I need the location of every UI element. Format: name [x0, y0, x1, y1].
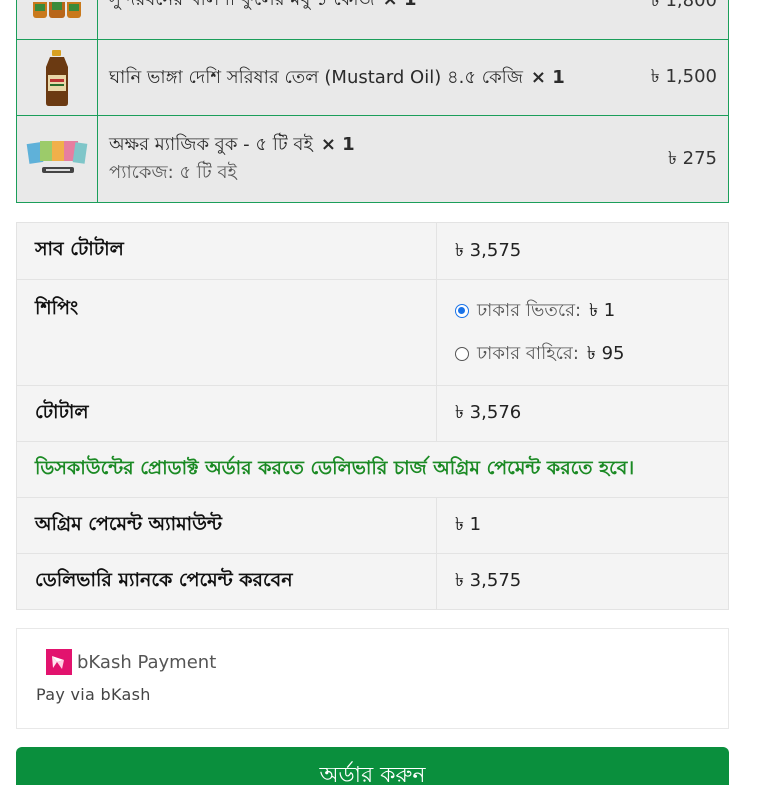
cart-item-price: ৳ 275 [667, 147, 717, 169]
total-row: টোটাল ৳ 3,576 [17, 385, 728, 441]
shipping-option-outside-dhaka[interactable]: ঢাকার বাহিরে: ৳ 95 [455, 339, 624, 370]
cart-item-qty: × 1 [383, 0, 417, 10]
payment-method-title[interactable]: bKash Payment [46, 649, 216, 675]
payment-method-name: bKash Payment [77, 651, 217, 673]
cart-item-body: ঘানি ভাঙ্গা দেশি সরিষার তেল (Mustard Oil… [98, 40, 728, 115]
shipping-option-cost: ৳ 95 [586, 342, 625, 364]
advance-payment-notice: ডিসকাউন্টের প্রোডাক্ট অর্ডার করতে ডেলিভা… [17, 441, 728, 497]
cart-item: ঘানি ভাঙ্গা দেশি সরিষার তেল (Mustard Oil… [17, 39, 728, 115]
books-icon [26, 141, 88, 173]
shipping-option-label: ঢাকার ভিতরে: [477, 299, 582, 321]
cart-item-name: ঘানি ভাঙ্গা দেশি সরিষার তেল (Mustard Oil… [109, 66, 523, 88]
cart-item-title[interactable]: ঘানি ভাঙ্গা দেশি সরিষার তেল (Mustard Oil… [109, 64, 651, 92]
cart-item-title[interactable]: অক্ষর ম্যাজিক বুক - ৫ টি বই × 1 প্যাকেজ: … [109, 131, 668, 187]
payment-method-description: Pay via bKash [36, 685, 151, 704]
cart-item-name: অক্ষর ম্যাজিক বুক - ৫ টি বই [109, 134, 313, 155]
advance-payment-label: অগ্রিম পেমেন্ট অ্যামাউন্ট [17, 498, 437, 553]
cart-item: সুন্দরবনের খলিশা ফুলের মধু ১ কেজি × 1 ৳ 1… [17, 0, 728, 39]
product-thumbnail[interactable] [17, 116, 98, 202]
advance-payment-row: অগ্রিম পেমেন্ট অ্যামাউন্ট ৳ 1 [17, 497, 728, 553]
subtotal-value: ৳ 3,575 [455, 239, 522, 261]
cart-item-name: সুন্দরবনের খলিশা ফুলের মধু ১ কেজি [109, 0, 375, 10]
shipping-option-cost: ৳ 1 [589, 299, 616, 321]
shipping-row: শিপিং ঢাকার ভিতরে: ৳ 1 ঢাকার বাহিরে: ৳ 9… [17, 279, 728, 385]
shipping-label: শিপিং [17, 280, 437, 385]
cart-item-body: অক্ষর ম্যাজিক বুক - ৫ টি বই × 1 প্যাকেজ: … [98, 116, 728, 202]
total-value: ৳ 3,576 [455, 402, 522, 423]
subtotal-row: সাব টোটাল ৳ 3,575 [17, 223, 728, 279]
cart-item-package: প্যাকেজ: ৫ টি বই [109, 162, 237, 183]
cart-items: সুন্দরবনের খলিশা ফুলের মধু ১ কেজি × 1 ৳ 1… [16, 0, 729, 203]
cod-label: ডেলিভারি ম্যানকে পেমেন্ট করবেন [17, 554, 437, 609]
cart-item-body: সুন্দরবনের খলিশা ফুলের মধু ১ কেজি × 1 ৳ 1… [98, 0, 728, 39]
cart-item: অক্ষর ম্যাজিক বুক - ৫ টি বই × 1 প্যাকেজ: … [17, 115, 728, 202]
cart-item-price: ৳ 1,800 [650, 0, 717, 11]
product-thumbnail[interactable] [17, 0, 98, 39]
subtotal-label: সাব টোটাল [17, 223, 437, 279]
cart-item-qty: × 1 [320, 134, 355, 155]
oil-bottle-icon [46, 49, 68, 106]
advance-payment-value: ৳ 1 [455, 514, 482, 535]
cod-value: ৳ 3,575 [455, 570, 522, 591]
shipping-options: ঢাকার ভিতরে: ৳ 1 ঢাকার বাহিরে: ৳ 95 [437, 280, 728, 385]
cart-item-title[interactable]: সুন্দরবনের খলিশা ফুলের মধু ১ কেজি × 1 [109, 0, 651, 14]
bkash-logo-icon [46, 649, 72, 675]
shipping-option-label: ঢাকার বাহিরে: [477, 342, 579, 364]
place-order-button[interactable]: অর্ডার করুন [16, 747, 729, 785]
order-summary-table: সাব টোটাল ৳ 3,575 শিপিং ঢাকার ভিতরে: ৳ 1… [16, 222, 729, 610]
cod-row: ডেলিভারি ম্যানকে পেমেন্ট করবেন ৳ 3,575 [17, 553, 728, 609]
total-label: টোটাল [17, 386, 437, 441]
shipping-option-inside-dhaka[interactable]: ঢাকার ভিতরে: ৳ 1 [455, 296, 615, 327]
radio-unselected[interactable] [455, 347, 469, 361]
honey-jars-icon [33, 2, 81, 18]
cart-item-qty: × 1 [530, 66, 565, 88]
payment-method-box[interactable]: bKash Payment Pay via bKash [16, 628, 729, 729]
cart-item-price: ৳ 1,500 [650, 66, 717, 87]
radio-selected[interactable] [455, 304, 469, 318]
product-thumbnail[interactable] [17, 40, 98, 115]
